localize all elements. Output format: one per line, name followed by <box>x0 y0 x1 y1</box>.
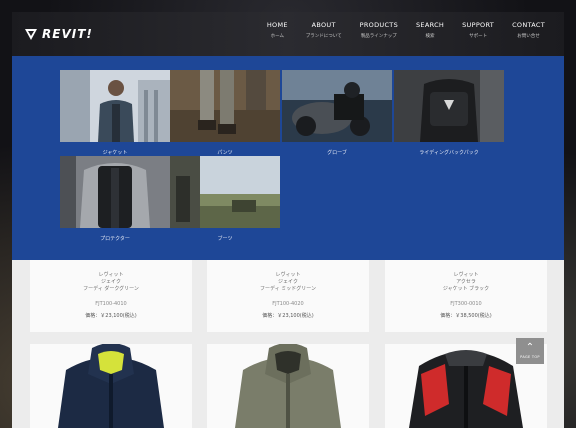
category-label: ジャケット <box>102 150 128 156</box>
product-code: FJT100-4010 <box>95 301 127 307</box>
nav-contact[interactable]: CONTACT お問い合せ <box>503 21 554 41</box>
page-top-label: PAGE TOP <box>520 355 540 359</box>
olive-hoodie-jacket <box>235 344 341 428</box>
product-name-line: ジェイク <box>278 279 298 285</box>
nav-sublabel: ブランドについて <box>305 34 342 39</box>
boots-photo <box>170 156 280 228</box>
product-card[interactable]: レヴィット ジェイク フーディ ミッドグリーン FJT100-4020 価格：￥… <box>207 260 369 332</box>
product-name-line: フーディ ミッドグリーン <box>260 286 316 292</box>
category-label: ライディングバックパック <box>419 150 479 156</box>
category-pants[interactable]: パンツ <box>170 70 280 156</box>
jacket-photo <box>60 70 170 142</box>
protector-photo <box>60 156 170 228</box>
product-name-line: レヴィット <box>98 272 124 278</box>
product-name-line: フーディ ダークグリーン <box>83 286 139 292</box>
nav-sublabel: ホーム <box>270 34 284 39</box>
category-label: ブーツ <box>217 236 233 242</box>
nav-home[interactable]: HOME ホーム <box>258 21 297 41</box>
brand-name: REVIT! <box>42 27 93 41</box>
gloves-photo <box>282 70 392 142</box>
nav-label: SUPPORT <box>462 21 495 29</box>
main-nav: HOME ホーム ABOUT ブランドについて PRODUCTS 製品ラインナッ… <box>258 21 554 41</box>
product-name-line: ジェイク <box>101 279 121 285</box>
nav-products[interactable]: PRODUCTS 製品ラインナップ <box>351 21 407 41</box>
backpack-photo <box>394 70 504 142</box>
category-label: パンツ <box>217 150 233 156</box>
product-card[interactable] <box>207 344 369 428</box>
product-name-line: レヴィット <box>453 272 479 278</box>
navy-hoodie-jacket <box>58 344 164 428</box>
product-price: 価格：￥23,100(税込) <box>85 313 137 319</box>
page-top-button[interactable]: ⌃ PAGE TOP <box>516 338 544 364</box>
product-card[interactable] <box>30 344 192 428</box>
product-card[interactable]: レヴィット ジェイク フーディ ダークグリーン FJT100-4010 価格：￥… <box>30 260 192 332</box>
chevron-up-icon: ⌃ <box>525 342 535 353</box>
products-mega-menu: ジャケット パンツ グローブ ライディングバックパック プロテクター ブーツ <box>12 56 564 260</box>
product-name-line: レヴィット <box>275 272 301 278</box>
category-boots[interactable]: ブーツ <box>170 156 280 242</box>
nav-sublabel: 製品ラインナップ <box>360 34 397 39</box>
product-price: 価格：￥23,100(税込) <box>262 313 314 319</box>
nav-label: PRODUCTS <box>359 21 398 29</box>
product-name-line: ジャケット ブラック <box>442 286 490 292</box>
product-name-line: アクセラ <box>456 279 476 285</box>
nav-sublabel: 検索 <box>425 34 435 39</box>
product-card[interactable]: レヴィット アクセラ ジャケット ブラック FJT300-0010 価格：￥38… <box>385 260 547 332</box>
nav-search[interactable]: SEARCH 検索 <box>407 21 453 41</box>
site-header: REVIT! HOME ホーム ABOUT ブランドについて PRODUCTS … <box>12 12 564 56</box>
category-label: グローブ <box>327 150 347 156</box>
category-backpack[interactable]: ライディングバックパック <box>394 70 504 156</box>
revit-v-icon <box>25 29 37 40</box>
nav-about[interactable]: ABOUT ブランドについて <box>297 21 351 41</box>
pants-photo <box>170 70 280 142</box>
category-protector[interactable]: プロテクター <box>60 156 170 242</box>
category-label: プロテクター <box>100 236 130 242</box>
nav-sublabel: サポート <box>469 34 488 39</box>
nav-label: SEARCH <box>416 21 445 29</box>
nav-label: CONTACT <box>512 21 545 29</box>
category-gloves[interactable]: グローブ <box>282 70 392 156</box>
product-price: 価格：￥38,500(税込) <box>440 313 492 319</box>
product-code: FJT300-0010 <box>450 301 482 307</box>
nav-support[interactable]: SUPPORT サポート <box>453 21 503 41</box>
nav-label: ABOUT <box>311 21 336 29</box>
category-jacket[interactable]: ジャケット <box>60 70 170 156</box>
nav-sublabel: お問い合せ <box>517 34 540 39</box>
brand-logo[interactable]: REVIT! <box>24 27 93 41</box>
product-code: FJT100-4020 <box>272 301 304 307</box>
nav-label: HOME <box>266 21 288 29</box>
